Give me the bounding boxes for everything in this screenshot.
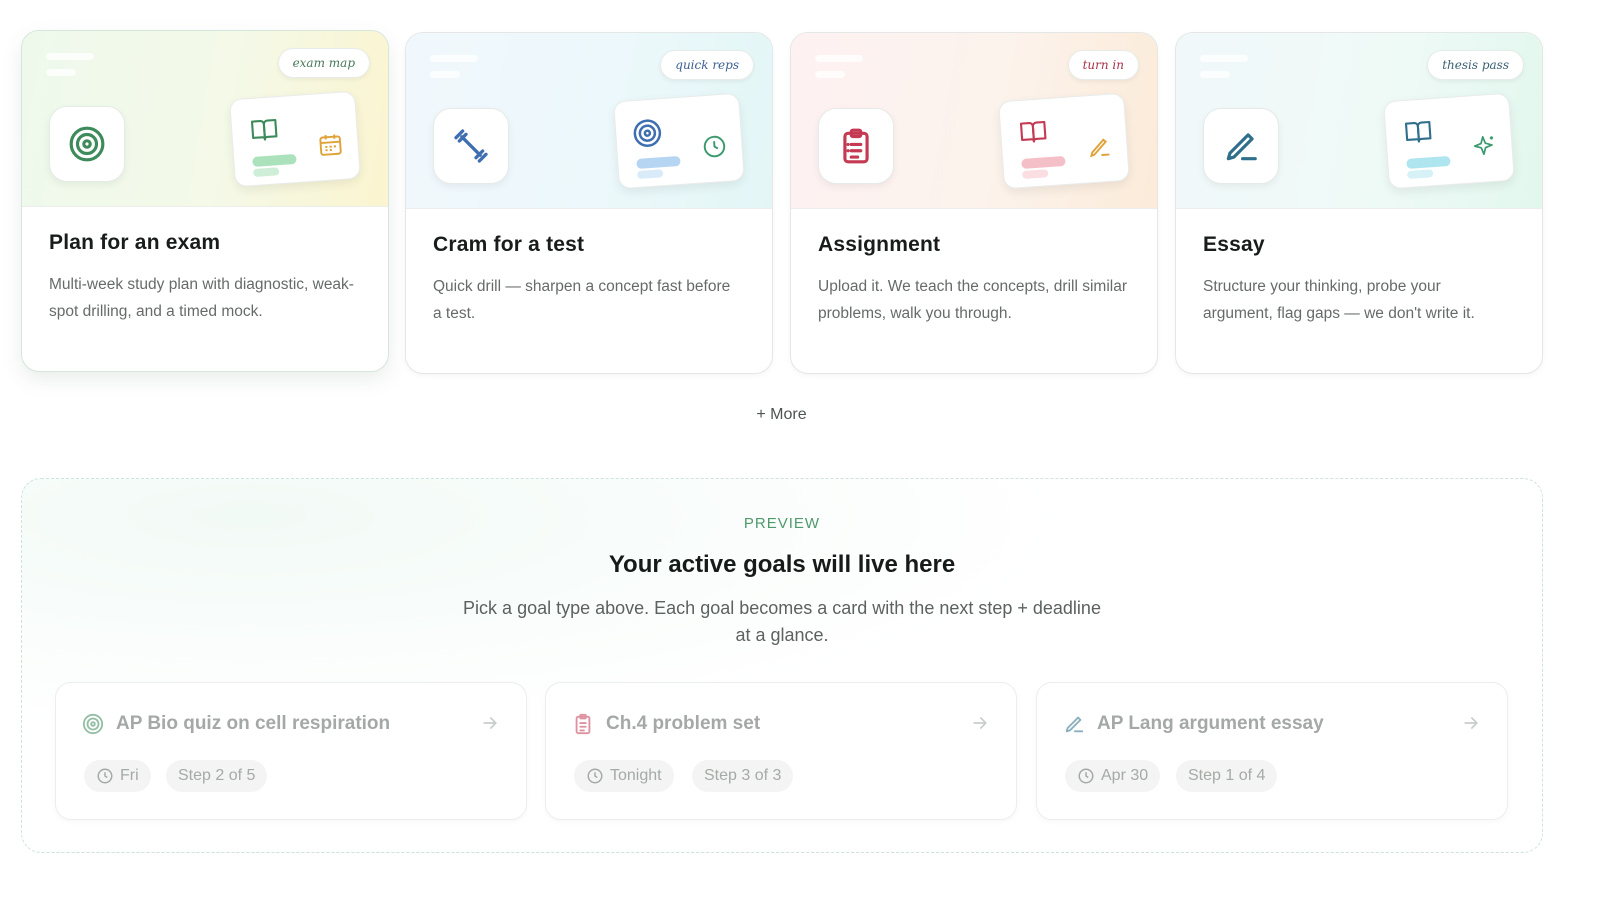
decorative-swatch xyxy=(1406,155,1451,170)
step-pill: Step 1 of 4 xyxy=(1176,760,1278,792)
book-icon xyxy=(250,118,278,141)
clock-icon xyxy=(97,768,113,784)
card-banner: thesis pass xyxy=(1176,33,1542,209)
decorative-line xyxy=(815,71,845,78)
card-description: Multi-week study plan with diagnostic, w… xyxy=(49,276,354,320)
card-banner: quick reps xyxy=(406,33,772,209)
card-tag: quick reps xyxy=(660,50,754,80)
arrow-right-icon xyxy=(973,717,987,729)
calendar-icon xyxy=(319,134,342,156)
goal-type-card-cram[interactable]: quick reps Cram for a test Quick drill —… xyxy=(405,32,773,374)
goal-title: AP Bio quiz on cell respiration xyxy=(116,713,391,734)
step-label: Step 2 of 5 xyxy=(178,767,256,784)
book-icon xyxy=(1404,120,1432,143)
target-icon xyxy=(49,106,125,182)
arrow-right-icon xyxy=(483,717,497,729)
decorative-swatch xyxy=(1021,169,1049,179)
goal-card[interactable]: AP Lang argument essay Apr 30 Step 1 of … xyxy=(1036,682,1508,820)
card-description: Structure your thinking, probe your argu… xyxy=(1203,278,1475,322)
step-label: Step 1 of 4 xyxy=(1188,767,1266,784)
decorative-line xyxy=(1200,71,1230,78)
deadline-label: Fri xyxy=(120,767,139,784)
more-button[interactable]: + More xyxy=(0,406,1563,424)
pen-icon xyxy=(1203,108,1279,184)
decorative-line xyxy=(1200,55,1248,62)
decorative-swatch xyxy=(1021,155,1066,170)
mini-preview-card xyxy=(613,92,745,190)
dumbbell-icon xyxy=(433,108,509,184)
book-icon xyxy=(1019,120,1047,143)
target-icon xyxy=(82,713,104,735)
decorative-line xyxy=(430,55,478,62)
clipboard-icon xyxy=(818,108,894,184)
step-pill: Step 2 of 5 xyxy=(166,760,268,792)
decorative-swatch xyxy=(252,153,297,168)
decorative-swatch xyxy=(636,169,664,179)
sparkle-icon xyxy=(1473,136,1494,156)
goal-card[interactable]: Ch.4 problem set Tonight Step 3 of 3 xyxy=(545,682,1017,820)
card-banner: turn in xyxy=(791,33,1157,209)
goals-preview-panel: PREVIEW Your active goals will live here… xyxy=(21,478,1543,853)
clock-icon xyxy=(1078,768,1094,784)
step-pill: Step 3 of 3 xyxy=(692,760,794,792)
preview-eyebrow: PREVIEW xyxy=(743,515,821,532)
deadline-pill: Tonight xyxy=(574,760,674,792)
decorative-swatch xyxy=(636,155,681,170)
decorative-line xyxy=(46,53,94,60)
preview-subtitle: Pick a goal type above. Each goal become… xyxy=(463,598,1101,645)
mini-preview-card xyxy=(229,90,361,188)
card-title: Assignment xyxy=(818,233,941,256)
mini-preview-card xyxy=(998,92,1130,190)
step-label: Step 3 of 3 xyxy=(704,767,782,784)
clock-icon xyxy=(587,768,603,784)
card-title: Plan for an exam xyxy=(49,231,221,254)
mini-preview-card xyxy=(1383,92,1515,190)
deadline-label: Apr 30 xyxy=(1101,767,1149,784)
card-tag: turn in xyxy=(1067,50,1139,80)
card-description: Quick drill — sharpen a concept fast bef… xyxy=(433,278,731,322)
card-description: Upload it. We teach the concepts, drill … xyxy=(818,278,1127,322)
goal-type-card-exam[interactable]: exam map Plan for an exam Multi-week stu… xyxy=(21,30,389,372)
pencil-icon xyxy=(1090,138,1110,158)
card-banner: exam map xyxy=(22,31,388,207)
decorative-swatch xyxy=(252,167,280,177)
decorative-line xyxy=(430,71,460,78)
deadline-pill: Apr 30 xyxy=(1065,760,1161,792)
clipboard-icon xyxy=(575,713,591,735)
deadline-label: Tonight xyxy=(610,767,662,784)
goal-type-card-assignment[interactable]: turn in Assignment Upload it. We teach t… xyxy=(790,32,1158,374)
card-title: Essay xyxy=(1203,233,1265,256)
goal-title: AP Lang argument essay xyxy=(1097,713,1324,734)
clock-icon xyxy=(703,135,726,158)
preview-title: Your active goals will live here xyxy=(608,551,956,578)
arrow-right-icon xyxy=(1464,717,1478,729)
pen-icon xyxy=(1065,716,1084,733)
target-icon xyxy=(633,119,662,147)
deadline-pill: Fri xyxy=(84,760,151,792)
goal-card[interactable]: AP Bio quiz on cell respiration Fri Step… xyxy=(55,682,527,820)
card-tag: thesis pass xyxy=(1427,50,1524,80)
decorative-line xyxy=(815,55,863,62)
goal-title: Ch.4 problem set xyxy=(606,713,761,734)
card-tag: exam map xyxy=(277,48,370,78)
goal-type-card-essay[interactable]: thesis pass Essay Structure your thinkin… xyxy=(1175,32,1543,374)
card-title: Cram for a test xyxy=(433,233,585,256)
decorative-line xyxy=(46,69,76,76)
decorative-swatch xyxy=(1406,169,1434,179)
